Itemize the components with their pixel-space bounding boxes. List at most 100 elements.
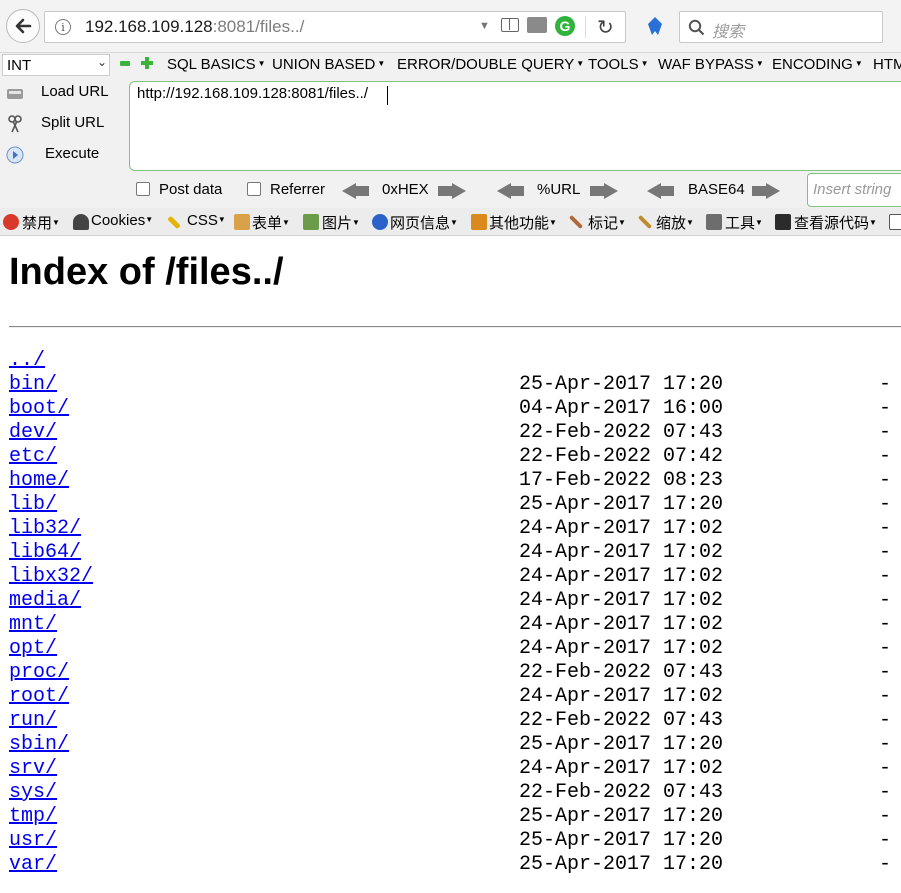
execute-button[interactable]: Execute (0, 142, 125, 170)
screenshot-icon[interactable] (527, 17, 547, 33)
url-decode-arrow-icon[interactable] (497, 183, 511, 199)
directory-link[interactable]: var/ (9, 853, 57, 876)
insert-string-input[interactable]: Insert string (807, 173, 901, 207)
menu-encoding[interactable]: ENCODING ▼ (772, 56, 863, 73)
menu-sql-basics[interactable]: SQL BASICS ▼ (167, 56, 266, 73)
url-history-dropdown-icon[interactable]: ▼ (479, 20, 490, 32)
directory-link[interactable]: dev/ (9, 421, 57, 444)
reload-icon[interactable]: ↻ (597, 15, 614, 40)
toolbar-forms[interactable]: 表单▼ (252, 212, 290, 233)
type-select[interactable]: INT ⌄ (2, 54, 110, 76)
hex-decode-arrow-icon[interactable] (342, 183, 356, 199)
toolbar-resize[interactable]: 缩放▼ (656, 212, 694, 233)
back-button[interactable] (6, 9, 40, 43)
url-path: :8081/files../ (212, 17, 305, 36)
search-box[interactable]: 搜索 (679, 11, 883, 43)
base64-decode-arrow-icon[interactable] (647, 183, 661, 199)
directory-link[interactable]: opt/ (9, 637, 57, 660)
toolbar-outline[interactable]: 标记▼ (588, 212, 626, 233)
load-url-button[interactable]: Load URL (0, 80, 125, 108)
directory-link[interactable]: lib32/ (9, 517, 81, 540)
file-size: - (879, 805, 892, 828)
web-developer-toolbar: 禁用▼ Cookies▼ CSS▼ 表单▼ 图片▼ 网页信息▼ 其他功能▼ 标记… (0, 208, 901, 236)
directory-link[interactable]: mnt/ (9, 613, 57, 636)
url-decode-arrow-tail[interactable] (510, 186, 524, 196)
g-extension-icon[interactable]: G (555, 16, 575, 36)
reader-view-icon[interactable] (501, 18, 519, 32)
file-size: - (879, 733, 892, 756)
directory-link[interactable]: libx32/ (9, 565, 93, 588)
info-icon[interactable]: i (55, 19, 71, 35)
base64-encode-arrow-tail[interactable] (752, 186, 766, 196)
toolbar-view-source[interactable]: 查看源代码▼ (794, 212, 877, 233)
list-item: usr/25-Apr-2017 17:20 - (9, 829, 891, 853)
url-textarea[interactable]: http://192.168.109.128:8081/files../ (129, 81, 901, 171)
directory-link[interactable]: home/ (9, 469, 69, 492)
post-data-checkbox[interactable] (136, 182, 150, 196)
list-item: lib32/24-Apr-2017 17:02 - (9, 517, 891, 541)
directory-link[interactable]: tmp/ (9, 805, 57, 828)
directory-link[interactable]: etc/ (9, 445, 57, 468)
directory-link[interactable]: sbin/ (9, 733, 69, 756)
directory-link[interactable]: proc/ (9, 661, 69, 684)
toolbar-disable[interactable]: 禁用▼ (22, 212, 60, 233)
toolbar-cookies[interactable]: Cookies▼ (91, 212, 153, 229)
file-size: - (879, 589, 892, 612)
directory-link[interactable]: media/ (9, 589, 81, 612)
menu-tools[interactable]: TOOLS ▼ (588, 56, 649, 73)
directory-link[interactable]: srv/ (9, 757, 57, 780)
menu-label: TOOLS (588, 56, 639, 73)
decrease-icon[interactable] (120, 61, 130, 66)
list-item: etc/22-Feb-2022 07:42 - (9, 445, 891, 469)
hex-encode-arrow-icon[interactable] (452, 183, 466, 199)
toolbar-tools[interactable]: 工具▼ (725, 212, 763, 233)
toolbar-css[interactable]: CSS▼ (187, 212, 226, 229)
modified-date: 22-Feb-2022 07:43 (519, 781, 724, 804)
menu-label: ENCODING (772, 56, 853, 73)
menu-html[interactable]: HTM (873, 56, 901, 73)
directory-link[interactable]: lib64/ (9, 541, 81, 564)
toolbar-label: CSS (187, 212, 218, 229)
base64-encode-arrow-icon[interactable] (766, 183, 780, 199)
hex-label: 0xHEX (382, 181, 429, 198)
directory-link[interactable]: usr/ (9, 829, 57, 852)
chevron-down-icon: ⌄ (97, 55, 108, 69)
base64-decode-arrow-tail[interactable] (660, 186, 674, 196)
address-bar-url[interactable]: 192.168.109.128:8081/files../ (85, 17, 304, 37)
hex-encode-arrow-tail[interactable] (438, 186, 452, 196)
directory-link[interactable]: root/ (9, 685, 69, 708)
url-encode-label: %URL (537, 181, 581, 198)
hex-decode-arrow-tail[interactable] (355, 186, 369, 196)
directory-link[interactable]: lib/ (9, 493, 57, 516)
css-wand-icon (167, 215, 181, 230)
referrer-checkbox[interactable] (247, 182, 261, 196)
tools-wrench-icon (706, 214, 722, 230)
url-encode-arrow-icon[interactable] (604, 183, 618, 199)
url-encode-arrow-tail[interactable] (590, 186, 604, 196)
insert-string-placeholder: Insert string (813, 181, 892, 198)
directory-link[interactable]: bin/ (9, 373, 57, 396)
menu-union-based[interactable]: UNION BASED ▼ (272, 56, 385, 73)
toolbar-page-info[interactable]: 网页信息▼ (390, 212, 458, 233)
split-url-icon (8, 115, 22, 133)
menu-error-double-query[interactable]: ERROR/DOUBLE QUERY ▼ (397, 56, 584, 73)
menu-waf-bypass[interactable]: WAF BYPASS ▼ (658, 56, 764, 73)
options-icon[interactable] (889, 214, 901, 230)
split-url-label: Split URL (41, 114, 105, 131)
modified-date: 22-Feb-2022 07:43 (519, 661, 724, 684)
directory-link[interactable]: boot/ (9, 397, 69, 420)
parent-directory-link[interactable]: ../ (9, 349, 45, 372)
increase-icon[interactable] (141, 57, 153, 69)
modified-date: 25-Apr-2017 17:20 (519, 493, 724, 516)
directory-link[interactable]: run/ (9, 709, 57, 732)
split-url-button[interactable]: Split URL (0, 111, 125, 139)
address-bar[interactable]: i 192.168.109.128:8081/files../ ▼ G ↻ (44, 11, 626, 43)
list-item: var/25-Apr-2017 17:20 - (9, 853, 891, 877)
url-separator (585, 16, 586, 38)
toolbar-images[interactable]: 图片▼ (322, 212, 360, 233)
bookmark-extension-icon[interactable] (646, 16, 664, 36)
url-textarea-value: http://192.168.109.128:8081/files../ (137, 85, 369, 102)
menu-label: UNION BASED (272, 56, 376, 73)
toolbar-misc[interactable]: 其他功能▼ (489, 212, 557, 233)
directory-link[interactable]: sys/ (9, 781, 57, 804)
